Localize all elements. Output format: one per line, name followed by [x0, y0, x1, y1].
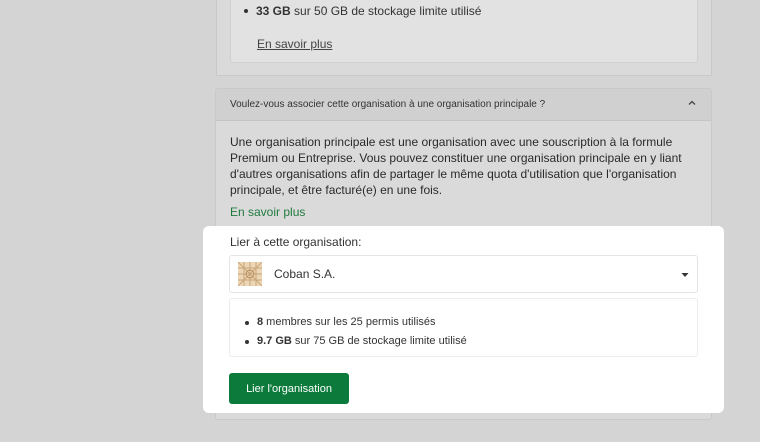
org-select[interactable]: Coban S.A. — [229, 255, 698, 293]
link-org-panel: Lier à cette organisation: Coban S.A. 8 … — [203, 226, 724, 413]
storage-list: 33 GB sur 50 GB de stockage limite utili… — [243, 4, 482, 18]
storage-used-text: sur 50 GB de stockage limite utilisé — [290, 4, 482, 18]
storage-text: sur 75 GB de stockage limite utilisé — [291, 335, 467, 347]
storage-amount: 9.7 GB — [257, 335, 292, 347]
parent-org-learn-more-link[interactable]: En savoir plus — [230, 205, 305, 219]
storage-card: 33 GB sur 50 GB de stockage limite utili… — [216, 0, 712, 76]
usage-list: 8 membres sur les 25 permis utilisés 9.7… — [245, 313, 467, 351]
storage-used-value: 33 GB — [256, 4, 291, 18]
accordion-description: Une organisation principale est une orga… — [230, 135, 682, 197]
org-logo-icon — [238, 262, 262, 286]
learn-more-link[interactable]: En savoir plus — [257, 37, 332, 51]
members-text: membres sur les 25 permis utilisés — [263, 316, 436, 328]
members-usage-item: 8 membres sur les 25 permis utilisés — [245, 313, 467, 332]
link-org-label: Lier à cette organisation: — [230, 235, 362, 249]
org-usage-stats: 8 membres sur les 25 permis utilisés 9.7… — [229, 298, 698, 357]
chevron-up-icon[interactable] — [687, 98, 697, 108]
link-organization-button[interactable]: Lier l'organisation — [229, 373, 349, 404]
accordion-header[interactable]: Voulez-vous associer cette organisation … — [216, 89, 711, 121]
selected-org-name: Coban S.A. — [274, 267, 336, 281]
accordion-question: Voulez-vous associer cette organisation … — [230, 99, 546, 110]
storage-usage-item: 9.7 GB sur 75 GB de stockage limite util… — [245, 332, 467, 351]
storage-card-inner: 33 GB sur 50 GB de stockage limite utili… — [230, 0, 698, 63]
caret-down-icon[interactable] — [681, 272, 689, 278]
storage-list-item: 33 GB sur 50 GB de stockage limite utili… — [243, 4, 482, 18]
